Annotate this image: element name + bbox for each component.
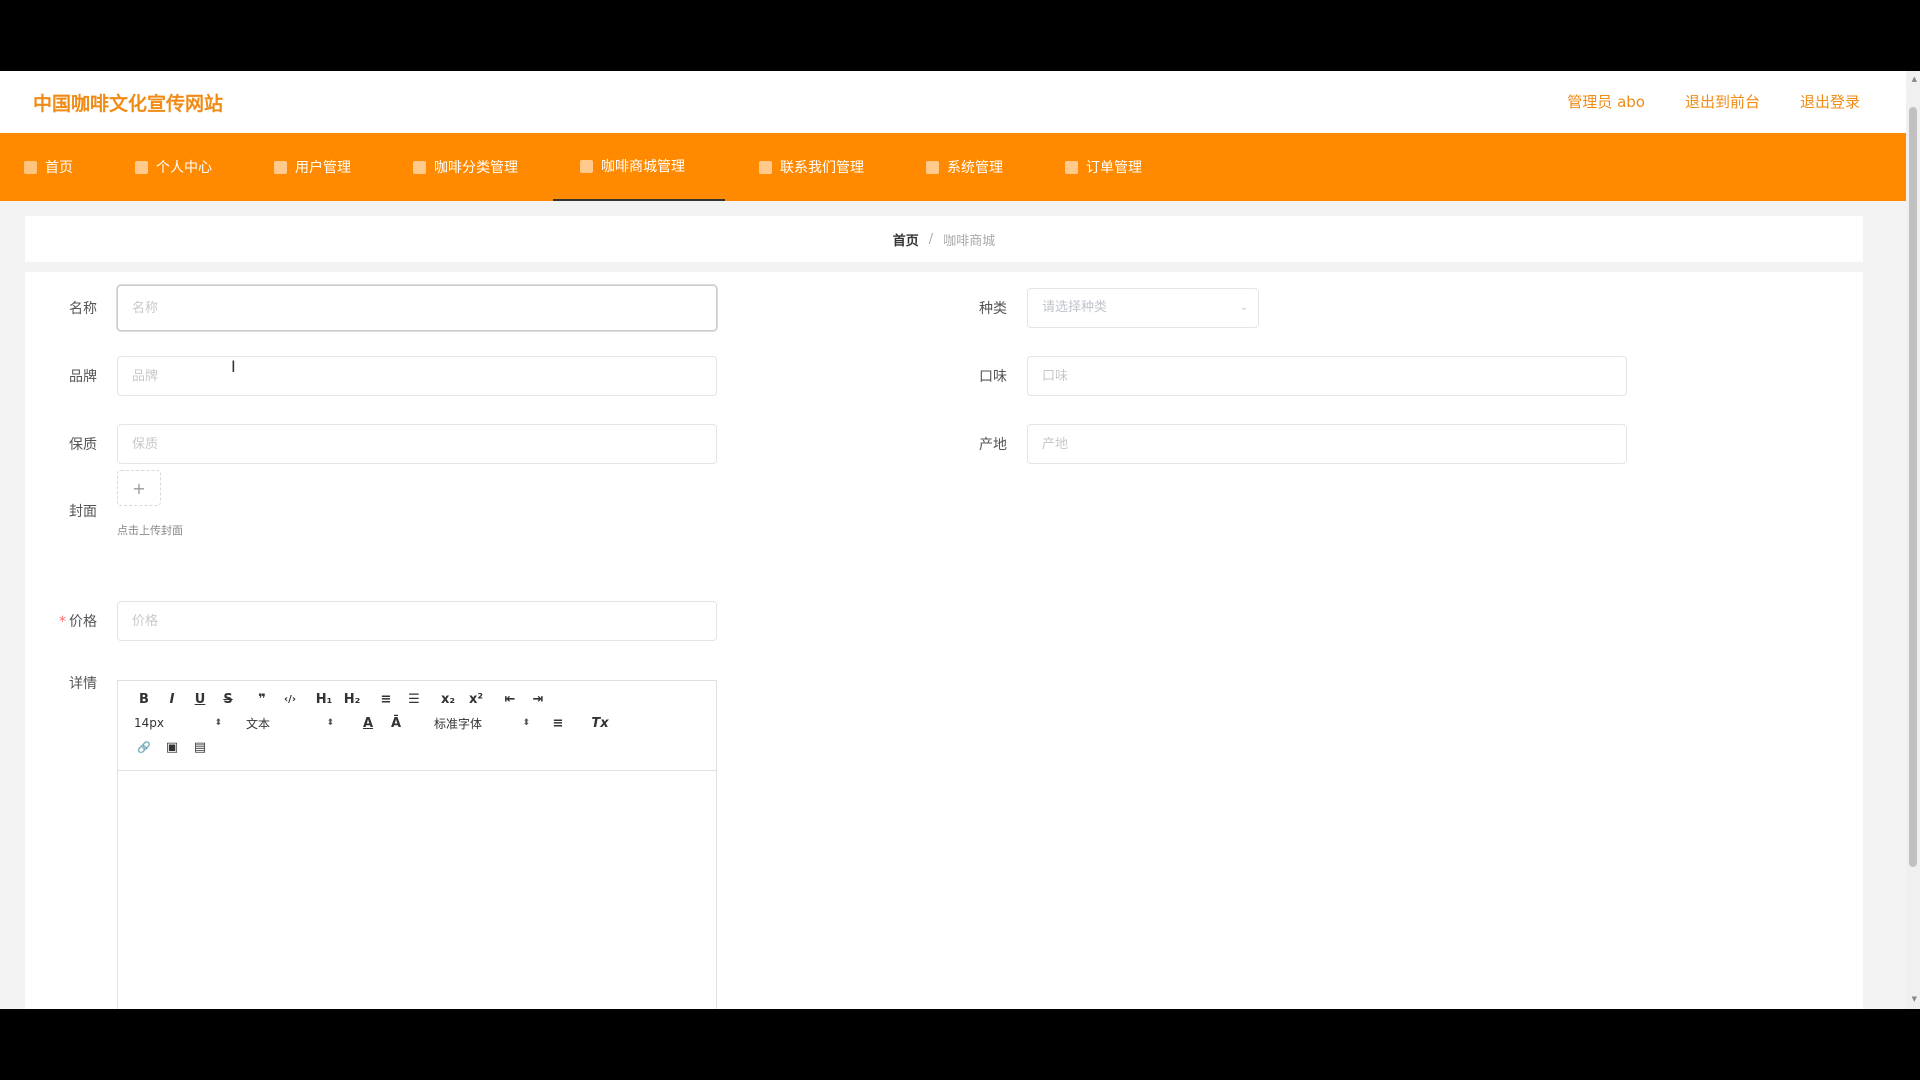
video-button[interactable]: ▤ (186, 736, 214, 758)
rich-text-editor: B I U S ❞ ‹/› H₁ H₂ ≡ ☰ x₂ x² ⇤ ⇥ 14px ⬍… (117, 680, 717, 1009)
name-input[interactable] (117, 285, 717, 331)
heading2-button[interactable]: H₂ (338, 688, 366, 710)
nav-item-label: 系统管理 (947, 160, 1003, 176)
code-block-button[interactable]: ‹/› (276, 688, 304, 710)
nav-item-label: 联系我们管理 (780, 160, 864, 176)
cover-upload-button[interactable]: + (117, 470, 161, 506)
home-icon (24, 160, 37, 174)
scrollbar-thumb[interactable] (1909, 107, 1917, 867)
nav-item-coffee-category[interactable]: 咖啡分类管理 (413, 133, 548, 201)
price-label-text: 价格 (69, 614, 97, 630)
nav-item-label: 咖啡分类管理 (434, 160, 518, 176)
blockquote-button[interactable]: ❞ (248, 688, 276, 710)
bold-button[interactable]: B (130, 688, 158, 710)
text-cursor-icon: I (231, 357, 236, 376)
font-size-value: 14px (134, 716, 164, 730)
breadcrumb: 首页 / 咖啡商城 (25, 216, 1863, 262)
nav-item-label: 个人中心 (156, 160, 212, 176)
text-color-button[interactable]: A (354, 712, 382, 734)
origin-label: 产地 (979, 437, 1007, 453)
price-input[interactable] (117, 601, 717, 641)
font-family-value: 标准字体 (434, 716, 483, 731)
price-label: * 价格 (37, 611, 97, 631)
plus-icon: + (132, 478, 146, 498)
contact-icon (759, 160, 772, 174)
nav-item-orders[interactable]: 订单管理 (1065, 133, 1172, 201)
select-arrows-icon: ⬍ (522, 718, 530, 728)
origin-input[interactable] (1027, 424, 1627, 464)
shelf-life-input[interactable] (117, 424, 717, 464)
category-icon (413, 160, 426, 174)
scroll-down-arrow-icon[interactable]: ▼ (1912, 995, 1917, 1003)
nav-item-label: 订单管理 (1086, 160, 1142, 176)
header-select[interactable]: 文本 ⬍ (242, 712, 334, 734)
nav-item-label: 咖啡商城管理 (601, 159, 685, 175)
heading1-button[interactable]: H₁ (310, 688, 338, 710)
nav-item-label: 用户管理 (295, 160, 351, 176)
select-arrows-icon: ⬍ (214, 718, 222, 728)
strike-button[interactable]: S (214, 688, 242, 710)
site-title: 中国咖啡文化宣传网站 (33, 93, 224, 115)
ordered-list-button[interactable]: ≡ (372, 688, 400, 710)
main-nav: 首页 个人中心 用户管理 咖啡分类管理 咖啡商城管理 联系我们管理 系统管理 订… (0, 133, 1906, 201)
editor-content-area[interactable] (118, 771, 716, 1009)
page-scrollbar[interactable]: ▲ ▼ (1906, 71, 1920, 1009)
top-header: 中国咖啡文化宣传网站 管理员 abo 退出到前台 退出登录 (0, 71, 1906, 133)
order-icon (1065, 160, 1078, 174)
background-color-button[interactable]: Ā (382, 712, 410, 734)
logout-link[interactable]: 退出登录 (1800, 91, 1860, 112)
cover-label: 封面 (69, 504, 97, 520)
font-size-select[interactable]: 14px ⬍ (130, 712, 222, 734)
breadcrumb-separator: / (928, 231, 934, 247)
system-icon (926, 160, 939, 174)
detail-label: 详情 (69, 676, 97, 692)
select-arrows-icon: ⬍ (326, 718, 334, 728)
subscript-button[interactable]: x₂ (434, 688, 462, 710)
header-actions: 管理员 abo 退出到前台 退出登录 (1567, 91, 1860, 112)
cover-upload-tip: 点击上传封面 (117, 524, 183, 537)
category-label: 种类 (979, 301, 1007, 317)
header-select-value: 文本 (246, 716, 271, 731)
taste-label: 口味 (979, 369, 1007, 385)
users-icon (274, 160, 287, 174)
required-mark: * (59, 614, 66, 630)
scroll-up-arrow-icon[interactable]: ▲ (1912, 75, 1917, 83)
superscript-button[interactable]: x² (462, 688, 490, 710)
app-window: 中国咖啡文化宣传网站 管理员 abo 退出到前台 退出登录 首页 个人中心 用户… (0, 71, 1920, 1009)
category-select[interactable]: 请选择种类 (1027, 288, 1259, 328)
letterbox-bottom (0, 1009, 1920, 1080)
outdent-button[interactable]: ⇤ (496, 688, 524, 710)
nav-item-contact[interactable]: 联系我们管理 (759, 133, 894, 201)
letterbox-top (0, 0, 1920, 71)
shelf-life-label: 保质 (69, 437, 97, 453)
chevron-down-icon: ⌄ (1240, 302, 1249, 313)
user-icon (135, 160, 148, 174)
nav-item-label: 首页 (45, 160, 73, 176)
underline-button[interactable]: U (186, 688, 214, 710)
link-button[interactable]: 🔗 (130, 736, 158, 758)
indent-button[interactable]: ⇥ (524, 688, 552, 710)
nav-item-coffee-shop[interactable]: 咖啡商城管理 (553, 133, 725, 201)
italic-button[interactable]: I (158, 688, 186, 710)
taste-input[interactable] (1027, 356, 1627, 396)
nav-item-users[interactable]: 用户管理 (274, 133, 381, 201)
admin-user-link[interactable]: 管理员 abo (1567, 91, 1645, 112)
product-form: 名称 种类 请选择种类 ⌄ 品牌 口味 保质 产地 封面 + 点击上传封面 *价… (25, 272, 1863, 1009)
breadcrumb-home[interactable]: 首页 (893, 230, 919, 249)
editor-toolbar: B I U S ❞ ‹/› H₁ H₂ ≡ ☰ x₂ x² ⇤ ⇥ 14px ⬍… (118, 681, 716, 771)
font-family-select[interactable]: 标准字体 ⬍ (430, 712, 530, 734)
breadcrumb-current: 咖啡商城 (943, 233, 996, 249)
name-label: 名称 (69, 301, 97, 317)
exit-backend-link[interactable]: 退出到前台 (1685, 91, 1760, 112)
image-button[interactable]: ▣ (158, 736, 186, 758)
shop-icon (580, 159, 593, 173)
clean-format-button[interactable]: Tx (586, 712, 614, 734)
align-button[interactable]: ≡ (544, 712, 572, 734)
nav-item-system[interactable]: 系统管理 (926, 133, 1033, 201)
nav-item-profile[interactable]: 个人中心 (135, 133, 242, 201)
nav-item-home[interactable]: 首页 (24, 133, 103, 201)
brand-input[interactable] (117, 356, 717, 396)
brand-label: 品牌 (69, 369, 97, 385)
bullet-list-button[interactable]: ☰ (400, 688, 428, 710)
